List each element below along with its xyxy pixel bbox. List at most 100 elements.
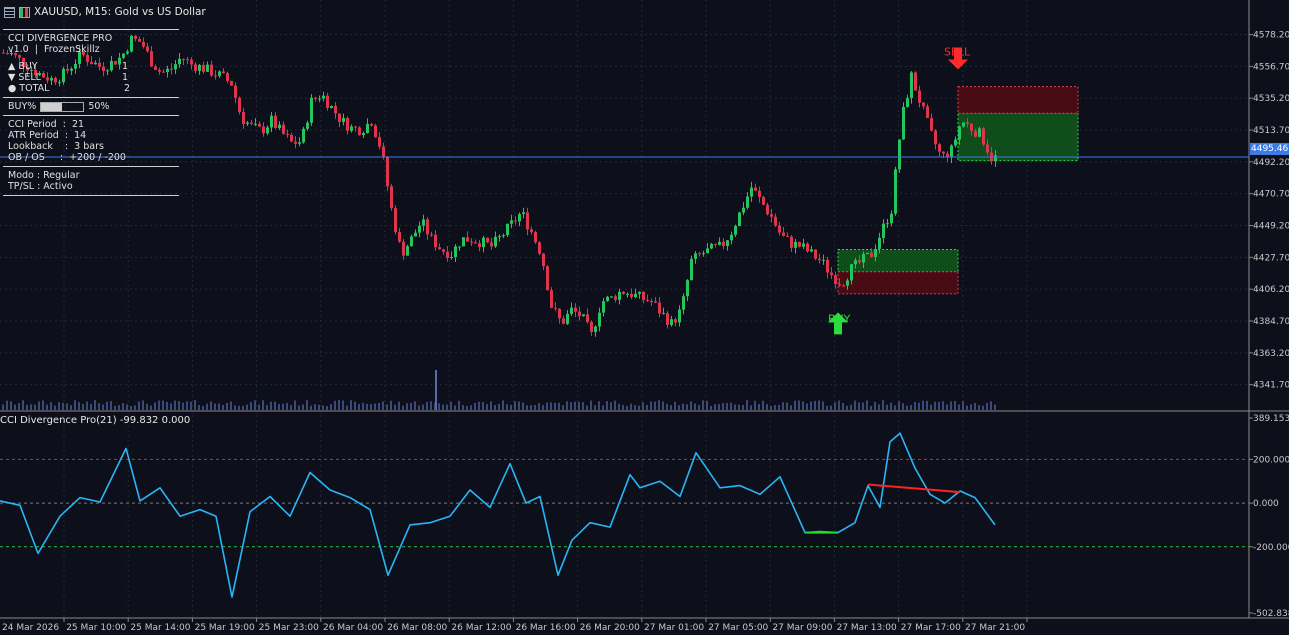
volume-bar <box>570 402 572 410</box>
volume-bar <box>922 400 924 410</box>
volume-bar <box>622 404 624 410</box>
volume-bar <box>462 404 464 410</box>
volume-bar <box>698 404 700 410</box>
candle <box>302 128 305 143</box>
candle <box>702 253 705 255</box>
candle <box>518 214 521 222</box>
volume-bar <box>230 401 232 410</box>
x-tick-label: 26 Mar 16:00 <box>516 623 576 633</box>
sell-signal-label: SELL <box>944 45 971 58</box>
volume-bar <box>650 401 652 410</box>
chart-type-icon[interactable] <box>19 6 30 18</box>
volume-bar <box>270 401 272 410</box>
volume-bar <box>234 405 236 410</box>
candle <box>282 124 285 134</box>
sell-stat-row: ▼ SELL 1 <box>0 72 181 83</box>
volume-bar <box>642 402 644 410</box>
candle <box>866 252 869 255</box>
candle <box>930 117 933 131</box>
volume-bar <box>962 401 964 410</box>
sell-stat-count: 1 <box>122 72 129 83</box>
x-tick-label: 26 Mar 04:00 <box>323 623 383 633</box>
volume-bar <box>294 400 296 410</box>
candle <box>822 259 825 261</box>
volume-bar <box>554 402 556 410</box>
candle <box>974 130 977 137</box>
volume-bar <box>442 404 444 410</box>
candle <box>354 126 357 128</box>
candle <box>714 243 717 245</box>
volume-bar <box>990 401 992 410</box>
volume-bar <box>646 404 648 410</box>
candle <box>690 258 693 281</box>
candle <box>510 220 513 224</box>
volume-bar <box>306 400 308 410</box>
volume-bar <box>226 402 228 410</box>
volume-bar <box>890 402 892 410</box>
volume-bar <box>30 404 32 410</box>
chart-list-icon[interactable] <box>4 6 15 18</box>
volume-bar <box>686 404 688 410</box>
volume-bar <box>114 405 116 410</box>
candle <box>322 95 325 99</box>
candle <box>586 314 589 323</box>
candle <box>230 80 233 86</box>
volume-bar <box>26 404 28 410</box>
volume-bar <box>862 402 864 410</box>
volume-bar <box>206 403 208 410</box>
candle <box>262 126 265 134</box>
volume-bar <box>102 404 104 410</box>
volume-bar <box>594 405 596 410</box>
x-tick-label: 25 Mar 19:00 <box>195 623 255 633</box>
candle <box>270 115 273 128</box>
candle <box>530 229 533 233</box>
candle <box>606 296 609 302</box>
volume-bar <box>342 400 344 410</box>
volume-bar <box>906 405 908 410</box>
volume-bar <box>258 404 260 410</box>
candle <box>754 187 757 191</box>
volume-bar <box>574 401 576 410</box>
candle <box>398 231 401 242</box>
volume-bar <box>302 404 304 410</box>
volume-bar <box>702 400 704 410</box>
candle <box>898 139 901 170</box>
volume-bar <box>310 405 312 410</box>
volume-bar <box>118 405 120 410</box>
buy-pct-bar <box>40 101 85 112</box>
price-chart[interactable]: 4578.20 4556.70 4535.20 4513.70 4492.20 4470.… <box>0 0 1289 635</box>
volume-bar <box>62 403 64 410</box>
candle <box>906 98 909 107</box>
volume-bar <box>198 404 200 410</box>
candle <box>306 122 309 129</box>
cci-tick-label: -200.000 <box>1253 543 1289 553</box>
ob-os-row: OB / OS : +200 / -200 <box>8 152 126 163</box>
panel-divider <box>3 97 179 98</box>
candle <box>934 130 937 145</box>
candle <box>186 59 189 61</box>
candle <box>458 246 461 248</box>
volume-bar <box>250 402 252 410</box>
volume-bar <box>930 404 932 410</box>
candle <box>446 251 449 259</box>
volume-bar <box>22 400 24 410</box>
candle <box>370 123 373 126</box>
candle <box>342 118 345 122</box>
volume-bar <box>866 400 868 410</box>
buy-signal-label: BUY <box>828 312 851 325</box>
candle <box>778 225 781 233</box>
volume-bar <box>606 401 608 410</box>
x-tick-label: 26 Mar 20:00 <box>580 623 640 633</box>
candle <box>602 301 605 313</box>
candle <box>294 141 297 144</box>
candle <box>414 232 417 237</box>
volume-bar <box>90 403 92 410</box>
candle <box>318 98 321 100</box>
candle <box>734 225 737 235</box>
candle <box>718 241 721 245</box>
total-stat-row: ● TOTAL 2 <box>0 83 181 94</box>
candle <box>658 302 661 314</box>
cci-tick-label: 0.000 <box>1253 499 1279 509</box>
candle <box>234 85 237 98</box>
candle <box>942 151 945 154</box>
